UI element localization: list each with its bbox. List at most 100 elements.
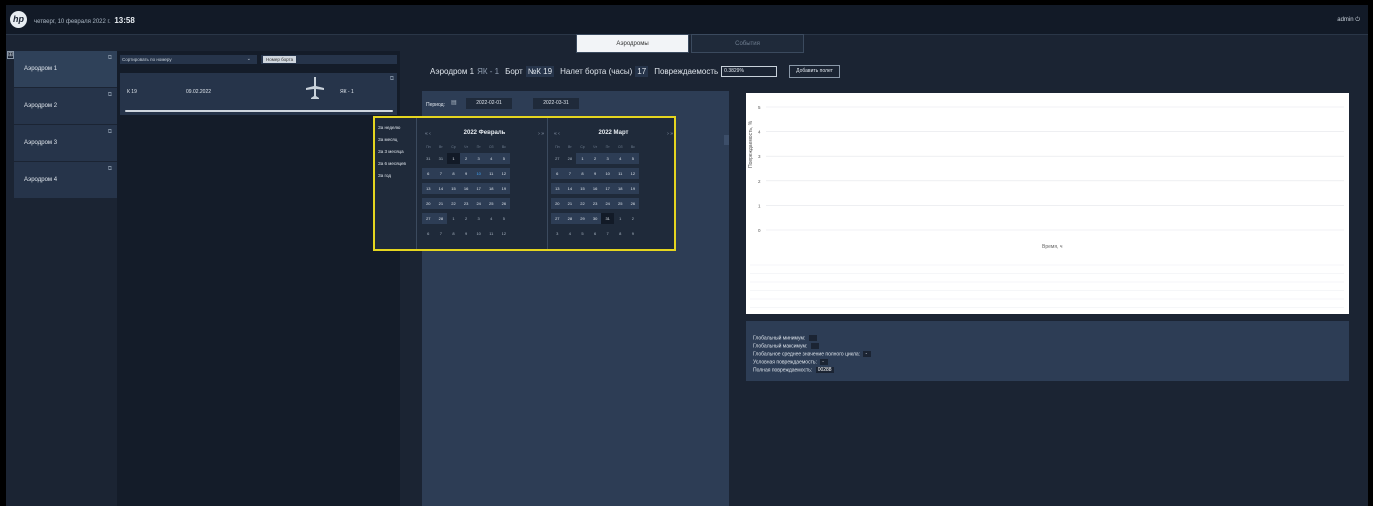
calendar-day[interactable]: 14	[563, 183, 577, 194]
calendar-day[interactable]: 11	[485, 228, 498, 239]
calendar-day[interactable]: 15	[447, 183, 460, 194]
sidebar-item-aerodrome-3[interactable]: Аэродром 3 ⧉	[14, 125, 117, 162]
calendar-day[interactable]: 16	[588, 183, 602, 194]
calendar-day[interactable]: 12	[497, 168, 511, 179]
sidebar-item-aerodrome-1[interactable]: Аэродром 1 ⧉	[14, 51, 117, 88]
sidebar-item-aerodrome-2[interactable]: Аэродром 2 ⧉	[14, 88, 117, 125]
calendar-day[interactable]: 31	[422, 153, 435, 164]
damage-field[interactable]: 0.3829%	[721, 65, 778, 77]
calendar-day[interactable]: 31	[435, 153, 448, 164]
sidebar-item-aerodrome-4[interactable]: Аэродром 4 ⧉	[14, 162, 117, 199]
calendar-day[interactable]: 9	[460, 228, 473, 239]
calendar-day[interactable]: 10	[601, 168, 614, 179]
calendar-day[interactable]: 2	[460, 213, 473, 224]
calendar-day[interactable]: 13	[551, 183, 564, 194]
calendar-day[interactable]: 21	[434, 198, 448, 209]
calendar-day[interactable]: 8	[576, 168, 589, 179]
calendar-day[interactable]: 28	[564, 153, 577, 164]
calendar-day[interactable]: 7	[601, 228, 614, 239]
user-menu[interactable]: admin ⏻	[1337, 17, 1360, 24]
calendar-day[interactable]: 21	[563, 198, 577, 209]
calendar-day[interactable]: 24	[601, 198, 614, 209]
sort-select[interactable]: Сортировать по номеру ⌄	[120, 55, 257, 64]
calendar-day[interactable]: 4	[564, 228, 577, 239]
calendar-day[interactable]: 20	[422, 198, 435, 209]
calendar-day[interactable]: 19	[626, 183, 640, 194]
calendar-day[interactable]: 3	[472, 213, 485, 224]
range-6-months[interactable]: За 6 месяцев	[378, 161, 406, 166]
calendar-day[interactable]: 28	[434, 213, 448, 224]
calendar-day[interactable]: 26	[497, 198, 511, 209]
edit-icon[interactable]: ⧉	[108, 129, 112, 136]
calendar-day[interactable]: 29	[576, 213, 589, 224]
calendar-day[interactable]: 10	[472, 168, 485, 179]
range-3-months[interactable]: За 3 месяца	[378, 149, 404, 154]
calendar-day[interactable]: 8	[614, 228, 627, 239]
calendar-day[interactable]: 1	[447, 213, 460, 224]
power-icon[interactable]: ⏻	[1355, 17, 1360, 23]
add-flight-button[interactable]: Добавить полет	[789, 64, 840, 78]
edit-icon[interactable]: ⧉	[108, 92, 112, 99]
calendar-day[interactable]: 27	[551, 213, 564, 224]
calendar-day[interactable]: 6	[551, 168, 564, 179]
edit-icon[interactable]: ⧉	[108, 55, 112, 62]
calendar-day[interactable]: 1	[447, 153, 460, 164]
calendar-day[interactable]: 2	[627, 213, 640, 224]
calendar-day[interactable]: 7	[563, 168, 577, 179]
calendar-day[interactable]: 27	[422, 213, 435, 224]
calendar-day[interactable]: 1	[614, 213, 627, 224]
chevron-down-icon[interactable]: ⌄	[247, 55, 251, 64]
calendar-day[interactable]: 4	[613, 153, 627, 164]
calendar-day[interactable]: 25	[484, 198, 498, 209]
tab-events[interactable]: События	[691, 34, 804, 53]
calendar-day[interactable]: 13	[422, 183, 435, 194]
calendar-day[interactable]: 18	[613, 183, 627, 194]
calendar-day[interactable]: 3	[551, 228, 564, 239]
date-from-input[interactable]: 2022-02-01	[466, 98, 512, 109]
edit-icon[interactable]: ⧉	[108, 166, 112, 173]
calendar-day[interactable]: 5	[576, 228, 589, 239]
calendar-day[interactable]: 6	[589, 228, 602, 239]
calendar-day[interactable]: 5	[626, 153, 640, 164]
calendar-day[interactable]: 18	[484, 183, 498, 194]
calendar-day[interactable]: 25	[613, 198, 627, 209]
calendar-day[interactable]: 11	[613, 168, 627, 179]
calendar-day[interactable]: 26	[626, 198, 640, 209]
calendar-day[interactable]: 6	[422, 228, 435, 239]
calendar-day[interactable]: 8	[447, 168, 460, 179]
calendar-day[interactable]: 24	[472, 198, 485, 209]
calendar-day[interactable]: 19	[497, 183, 511, 194]
calendar-day[interactable]: 17	[472, 183, 485, 194]
calendar-day[interactable]: 9	[459, 168, 473, 179]
calendar-day[interactable]: 3	[472, 153, 485, 164]
next-nav-icon[interactable]: › »	[538, 131, 544, 137]
date-to-input[interactable]: 2022-03-31	[533, 98, 579, 109]
calendar-day[interactable]: 16	[459, 183, 473, 194]
calendar-day[interactable]: 31	[601, 213, 614, 224]
calendar-day[interactable]: 12	[498, 228, 511, 239]
calendar-day[interactable]: 4	[485, 213, 498, 224]
calendar-day[interactable]: 22	[576, 198, 589, 209]
calendar-day[interactable]: 17	[601, 183, 614, 194]
calendar-day[interactable]: 5	[498, 213, 511, 224]
calendar-day[interactable]: 12	[626, 168, 640, 179]
username[interactable]: admin	[1337, 17, 1353, 23]
range-month[interactable]: За месяц	[378, 137, 397, 142]
board-card[interactable]: ⧉ К 19 09.02.2022 ЯК - 1	[120, 73, 397, 115]
calendar-day[interactable]: 23	[459, 198, 473, 209]
range-year[interactable]: За год	[378, 173, 391, 178]
calendar-day[interactable]: 30	[588, 213, 602, 224]
tab-aerodromes[interactable]: Аэродромы	[576, 34, 689, 53]
calendar-day[interactable]: 2	[459, 153, 473, 164]
calendar-day[interactable]: 14	[434, 183, 448, 194]
calendar-day[interactable]: 20	[551, 198, 564, 209]
calendar-day[interactable]: 7	[434, 168, 448, 179]
expand-icon[interactable]: ⊞	[7, 51, 14, 59]
board-search-placeholder[interactable]: Номер борта	[263, 56, 297, 63]
calendar-day[interactable]: 11	[484, 168, 498, 179]
calendar-day[interactable]: 3	[601, 153, 614, 164]
range-week[interactable]: За неделю	[378, 125, 400, 130]
next-nav-icon[interactable]: › »	[667, 131, 673, 137]
calendar-day[interactable]: 28	[563, 213, 577, 224]
calendar-day[interactable]: 27	[551, 153, 564, 164]
